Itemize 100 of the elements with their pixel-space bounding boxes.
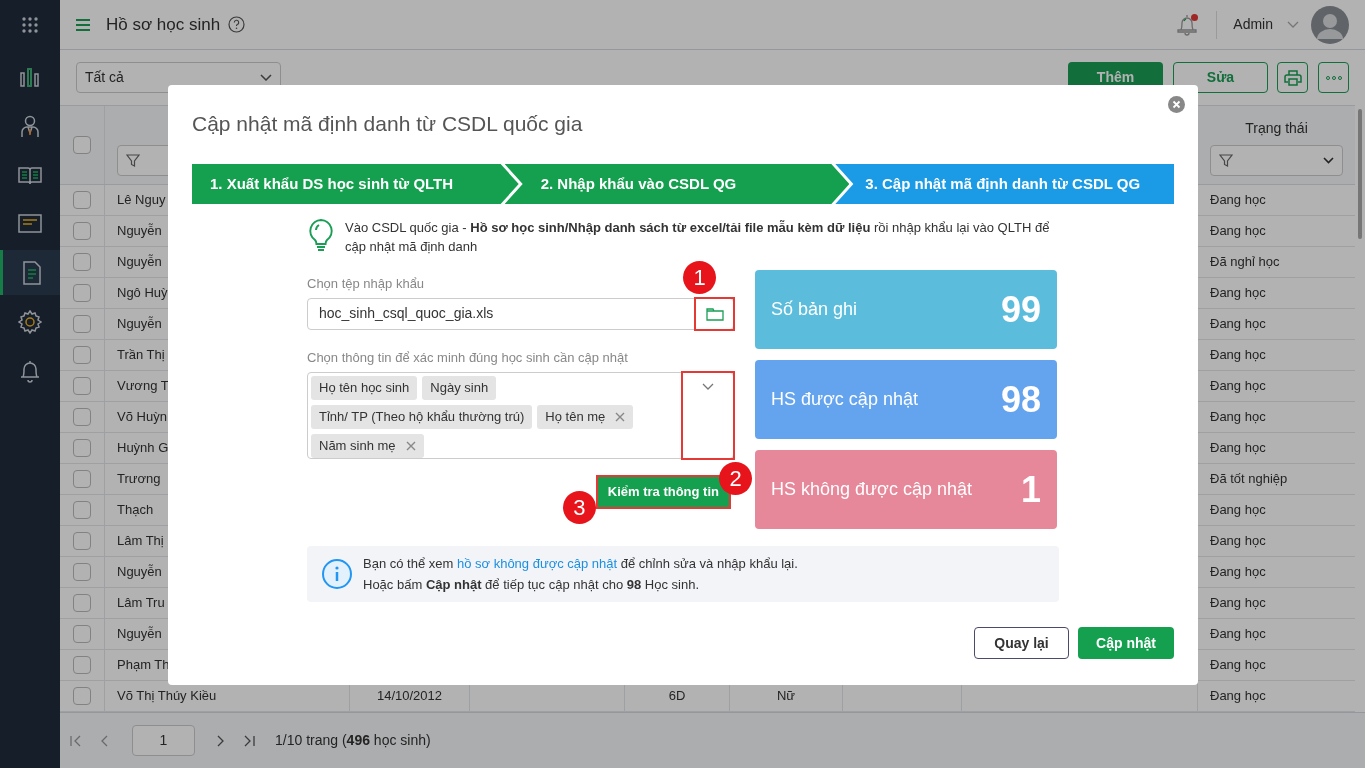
checkbox[interactable] <box>73 253 91 271</box>
callout-number: 3 <box>562 491 596 524</box>
wizard-step[interactable]: 3. Cập nhật mã định danh từ CSDL QG <box>835 164 1174 204</box>
checkbox[interactable] <box>73 532 91 550</box>
selected-tag: Tỉnh/ TP (Theo hộ khẩu thường trú) <box>311 405 533 429</box>
sidebar-item[interactable] <box>0 250 60 295</box>
chevron-down-icon <box>1323 157 1334 164</box>
table-cell-text: Đang học <box>1210 501 1266 520</box>
folder-icon <box>705 306 724 321</box>
close-icon <box>615 412 626 422</box>
checkbox[interactable] <box>73 346 91 364</box>
table-cell-text: Đang học <box>1210 222 1266 241</box>
table-cell-text: Võ Huỳn <box>117 408 167 427</box>
checkbox[interactable] <box>73 501 91 519</box>
remove-icon[interactable] <box>615 412 626 422</box>
wizard-step[interactable]: 1. Xuất khẩu DS học sinh từ QLTH <box>192 164 519 204</box>
checkbox[interactable] <box>73 377 91 395</box>
column-filter-dropdown[interactable] <box>1210 145 1343 176</box>
table-cell-text: Lâm Tru <box>117 594 165 613</box>
avatar-icon[interactable] <box>1311 5 1349 44</box>
stat-label: HS không được cập nhật <box>771 478 972 501</box>
table-cell-text: Lâm Thị <box>117 532 164 551</box>
close-icon <box>405 441 416 451</box>
table-cell-text: Nữ <box>776 687 796 706</box>
link[interactable]: hồ sơ không được cập nhật <box>456 556 618 571</box>
info-text: Hoặc bấm Cập nhật để tiếp tục cập nhật cho 98 Học sinh. <box>363 576 701 594</box>
dialog-title: Cập nhật mã định danh từ CSDL quốc gia <box>192 111 584 137</box>
table-cell-text: Đang học <box>1210 656 1266 675</box>
chevron-down-icon <box>260 74 272 81</box>
table-cell-text: Thạch <box>117 501 154 520</box>
checkbox[interactable] <box>73 656 91 674</box>
table-cell-text: Đã tốt nghiệp <box>1210 470 1288 489</box>
checkbox[interactable] <box>73 222 91 240</box>
table-cell-text: Trần Thị <box>117 346 165 365</box>
app-grid-icon[interactable] <box>21 16 39 34</box>
field-label: Chọn thông tin để xác minh đúng học sinh cần cập nhật <box>307 348 628 367</box>
table-cell-text: Đang học <box>1210 594 1266 613</box>
more-button[interactable] <box>1318 62 1349 93</box>
table-cell-text: Đang học <box>1210 625 1266 644</box>
menu-icon[interactable] <box>76 18 90 31</box>
checkbox[interactable] <box>73 315 91 333</box>
table-cell-text: Nguyễn <box>117 315 162 334</box>
close-icon[interactable] <box>1168 96 1185 113</box>
wizard-step[interactable]: 2. Nhập khẩu vào CSDL QG <box>504 164 850 204</box>
stat-value: 99 <box>1000 287 1041 332</box>
help-icon[interactable] <box>228 16 246 33</box>
checkbox[interactable] <box>73 470 91 488</box>
previous-page-icon[interactable] <box>100 734 108 747</box>
file-input-field[interactable]: hoc_sinh_csql_quoc_gia.xls <box>307 297 734 330</box>
field-label: Chọn tệp nhập khẩu <box>307 275 425 293</box>
dropdown-toggle[interactable] <box>683 373 733 458</box>
checkbox[interactable] <box>73 563 91 581</box>
check-info-button[interactable]: Kiểm tra thông tin <box>597 477 729 507</box>
browse-button[interactable] <box>696 298 733 329</box>
callout-number: 1 <box>683 260 716 294</box>
remove-icon[interactable] <box>405 441 416 451</box>
table-cell-text: Nguyễn <box>117 625 162 644</box>
checkbox[interactable] <box>73 284 91 302</box>
last-page-icon[interactable] <box>243 734 255 747</box>
table-cell-text: Nguyễn <box>117 563 162 582</box>
checkbox[interactable] <box>73 439 91 457</box>
chevron-down-icon[interactable] <box>1287 21 1299 28</box>
selected-tag: Họ tên mẹ <box>537 405 634 429</box>
table-cell-text: Đã nghỉ học <box>1210 253 1280 272</box>
table-cell-text: Đang học <box>1210 439 1266 458</box>
dialog-button[interactable]: Quay lại <box>974 627 1069 659</box>
bell-icon <box>18 358 42 383</box>
checkbox[interactable] <box>73 625 91 643</box>
chevron-down-icon <box>702 383 714 390</box>
page-number-field[interactable]: 1 <box>132 725 195 756</box>
more-icon <box>1325 75 1342 80</box>
page-title: Hồ sơ học sinh <box>106 13 221 36</box>
table-cell-text: Đang học <box>1210 687 1266 706</box>
next-page-icon[interactable] <box>217 734 225 747</box>
stat-label: Số bản ghi <box>771 298 858 321</box>
info-text: Bạn có thể xem hồ sơ không được cập nhật để chỉnh sửa và nhập khẩu lại. <box>363 555 798 573</box>
callout-number: 2 <box>719 462 752 495</box>
checkbox[interactable] <box>73 687 91 705</box>
table-cell-text: Đang học <box>1210 532 1266 551</box>
settings-icon <box>18 309 42 334</box>
checkbox[interactable] <box>73 408 91 426</box>
info-icon <box>321 558 353 590</box>
user-name[interactable]: Admin <box>1233 14 1273 35</box>
selected-tag: Ngày sinh <box>422 376 497 400</box>
checkbox[interactable] <box>73 191 91 209</box>
multiselect-field[interactable]: Họ tên học sinh Ngày sinh Tỉnh/ TP (Theo hộ khẩu thường trú) Họ tên mẹ Năm sinh mẹ <box>307 372 734 459</box>
table-cell-text: Nguyễn <box>117 222 162 241</box>
stat-label: HS được cập nhật <box>771 388 918 411</box>
person-icon <box>18 113 42 138</box>
first-page-icon[interactable] <box>70 734 82 747</box>
dialog-button[interactable]: Cập nhật <box>1078 627 1174 659</box>
screen-icon <box>18 211 42 236</box>
filter-icon <box>126 153 140 168</box>
table-cell-text: Đang học <box>1210 191 1266 210</box>
print-button[interactable] <box>1277 62 1308 93</box>
table-cell-text: Huỳnh G <box>117 439 169 458</box>
checkbox[interactable] <box>73 136 91 154</box>
table-cell-text: Đang học <box>1210 563 1266 582</box>
checkbox[interactable] <box>73 594 91 612</box>
filter-icon <box>1219 153 1233 168</box>
